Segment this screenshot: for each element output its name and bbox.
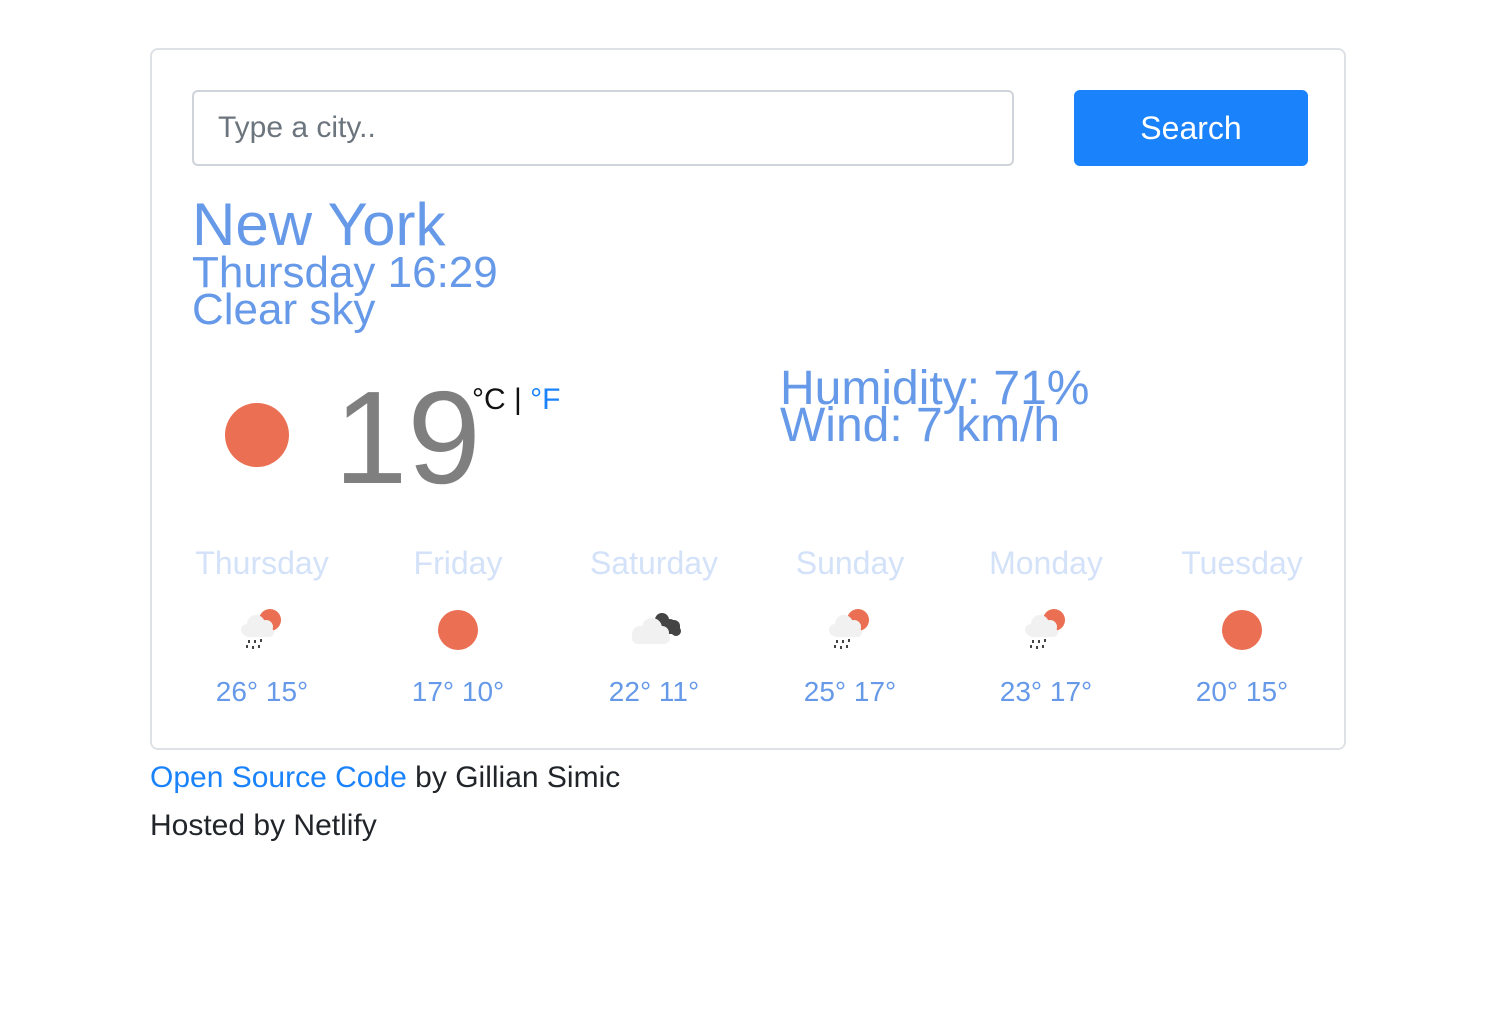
- forecast-temps: 22° 11°: [608, 676, 700, 707]
- sun-icon: [428, 602, 488, 658]
- forecast-temps: 20° 15°: [1195, 676, 1289, 707]
- unit-separator: |: [505, 383, 531, 416]
- forecast-day: Saturday 22° 11°: [556, 544, 752, 708]
- sun-rain-cloud-icon: [232, 602, 292, 658]
- forecast-day-name: Sunday: [795, 545, 905, 581]
- search-button[interactable]: Search: [1074, 90, 1308, 166]
- open-source-link[interactable]: Open Source Code: [150, 761, 407, 794]
- forecast-day: Thursday 26° 15°: [164, 544, 360, 708]
- celsius-unit[interactable]: °C: [472, 383, 506, 416]
- city-search-input[interactable]: [192, 90, 1014, 166]
- hosted-by: Hosted by Netlify: [150, 809, 377, 842]
- fahrenheit-link[interactable]: °F: [530, 383, 560, 416]
- weather-card: Search New York Thursday 16:29 Clear sky…: [150, 48, 1346, 750]
- wind: Wind: 7 km/h: [780, 399, 1061, 452]
- forecast-day: Sunday 25° 17°: [752, 544, 948, 708]
- current-temperature: 19: [334, 364, 481, 511]
- sun-rain-cloud-icon: [1016, 602, 1076, 658]
- broken-clouds-icon: [624, 602, 684, 658]
- weather-description: Clear sky: [192, 285, 376, 334]
- forecast-day-name: Friday: [413, 545, 503, 581]
- forecast-day: Tuesday 20° 15°: [1144, 544, 1340, 708]
- forecast-temps: 26° 15°: [215, 676, 309, 707]
- forecast-day-name: Tuesday: [1181, 545, 1303, 581]
- forecast-day: Friday 17° 10°: [360, 544, 556, 708]
- forecast-day-name: Thursday: [195, 545, 329, 581]
- forecast-temps: 17° 10°: [411, 676, 505, 707]
- forecast-day-name: Monday: [989, 545, 1103, 581]
- forecast-temps: 23° 17°: [999, 676, 1093, 707]
- footer-credit: Open Source Code by Gillian Simic: [150, 760, 620, 796]
- forecast-day-name: Saturday: [589, 545, 719, 581]
- forecast-temps: 25° 17°: [803, 676, 897, 707]
- sun-icon: [225, 403, 289, 467]
- unit-toggle: °C | °F: [472, 382, 560, 418]
- author-text: by Gillian Simic: [406, 761, 621, 794]
- forecast-day: Monday 23° 17°: [948, 544, 1144, 708]
- sun-icon: [1212, 602, 1272, 658]
- forecast-row: Thursday 26° 15° Friday 17° 10° Saturday 22° …: [164, 544, 1340, 708]
- sun-rain-cloud-icon: [820, 602, 880, 658]
